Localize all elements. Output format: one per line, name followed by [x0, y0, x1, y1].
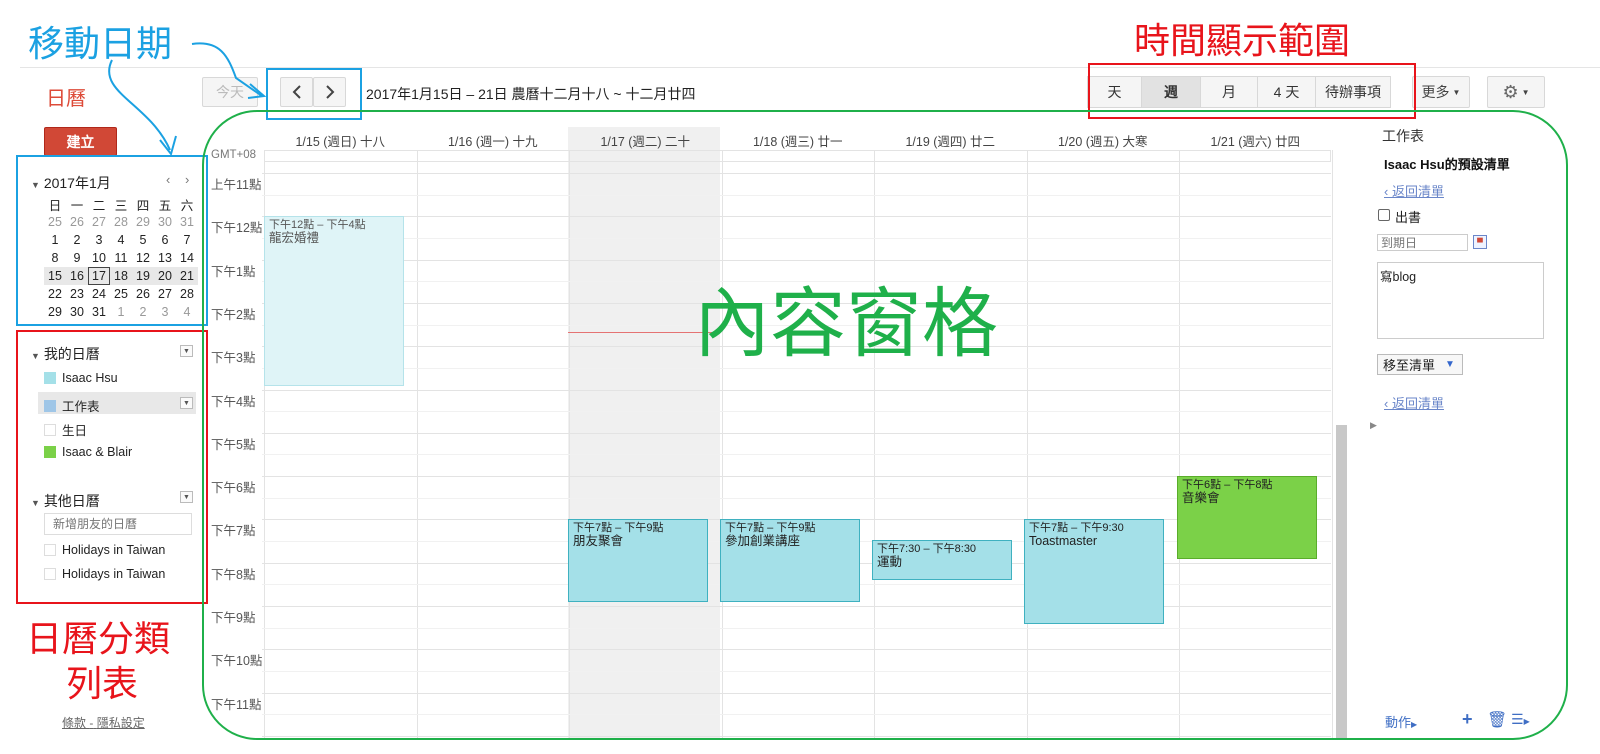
- arrow-to-nav: [191, 42, 263, 97]
- annotation-arrows: [108, 42, 267, 157]
- arrow-to-minical: [108, 59, 171, 151]
